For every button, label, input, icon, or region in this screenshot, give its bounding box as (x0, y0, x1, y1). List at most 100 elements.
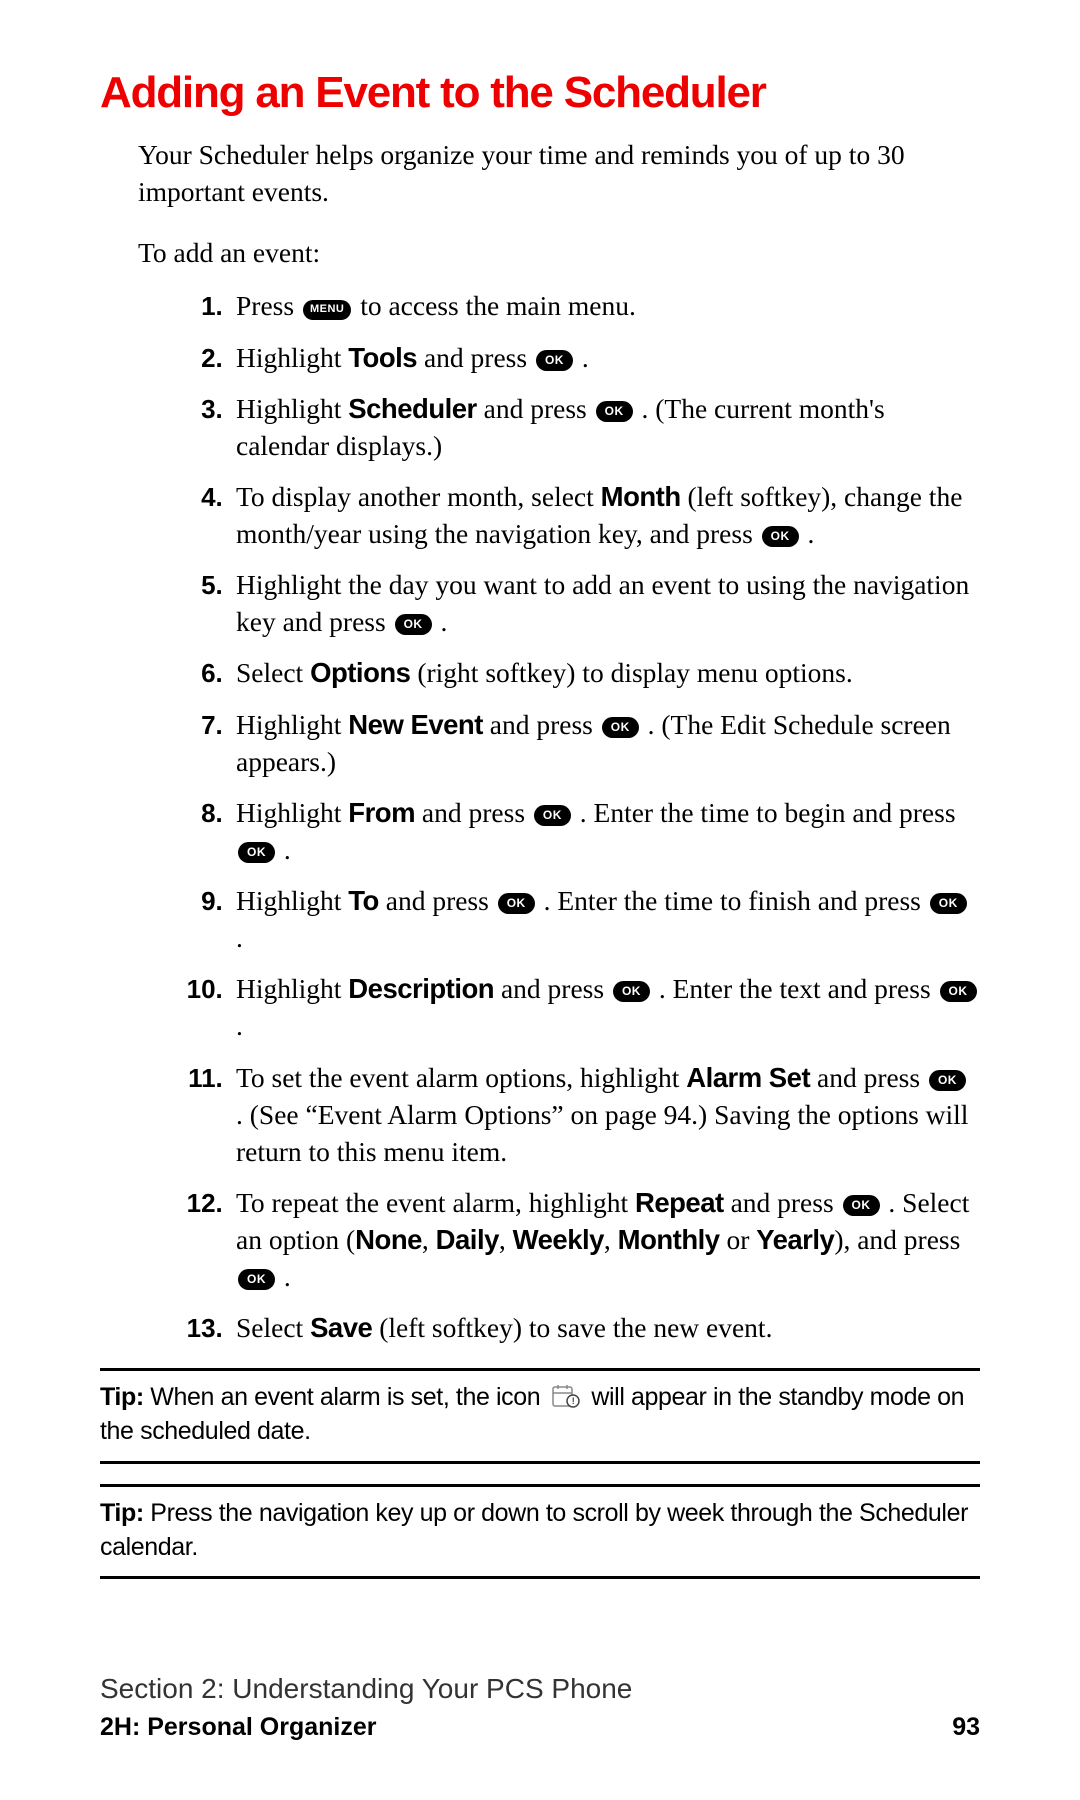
step-text: Highlight (236, 342, 348, 373)
step-text: and press (417, 342, 534, 373)
tip-text: Press the navigation key up or down to s… (100, 1499, 968, 1561)
step-12: To repeat the event alarm, highlight Rep… (230, 1184, 980, 1295)
step-text: to access the main menu. (353, 290, 636, 321)
footer-section: Section 2: Understanding Your PCS Phone (100, 1673, 980, 1705)
bold-term: Save (310, 1312, 372, 1343)
step-text: and press (724, 1187, 841, 1218)
bold-term: Options (310, 657, 410, 688)
bold-term: Repeat (635, 1187, 724, 1218)
step-text: Select (236, 1312, 310, 1343)
svg-text:!: ! (572, 1396, 575, 1406)
step-text: Highlight (236, 885, 348, 916)
intro-paragraph: Your Scheduler helps organize your time … (138, 136, 980, 210)
alarm-calendar-icon: ! (551, 1383, 581, 1409)
step-text: and press (477, 393, 594, 424)
step-text: , (604, 1224, 618, 1255)
tip-box-2: Tip: Press the navigation key up or down… (100, 1484, 980, 1580)
step-text: . (236, 1010, 243, 1041)
step-text: and press (483, 709, 600, 740)
bold-term: Yearly (756, 1224, 834, 1255)
page-number: 93 (952, 1713, 980, 1742)
step-4: To display another month, select Month (… (230, 478, 980, 552)
step-text: . Enter the time to begin and press (573, 797, 956, 828)
step-text: To display another month, select (236, 481, 601, 512)
step-text: . Enter the time to finish and press (537, 885, 928, 916)
ok-button-icon: OK (395, 614, 432, 635)
ok-button-icon: OK (596, 401, 633, 422)
step-6: Select Options (right softkey) to displa… (230, 654, 980, 691)
step-5: Highlight the day you want to add an eve… (230, 566, 980, 640)
step-text: and press (810, 1062, 927, 1093)
step-text: Highlight (236, 709, 348, 740)
ok-button-icon: OK (930, 893, 967, 914)
bold-term: Weekly (513, 1224, 604, 1255)
ok-button-icon: OK (238, 842, 275, 863)
step-10: Highlight Description and press OK . Ent… (230, 970, 980, 1044)
tip-label: Tip: (100, 1383, 144, 1411)
step-text: Select (236, 657, 310, 688)
tip-text: When an event alarm is set, the icon (144, 1383, 547, 1411)
step-text: , (422, 1224, 436, 1255)
step-2: Highlight Tools and press OK . (230, 339, 980, 376)
bold-term: Alarm Set (686, 1062, 810, 1093)
page-title: Adding an Event to the Scheduler (100, 68, 980, 118)
step-8: Highlight From and press OK . Enter the … (230, 794, 980, 868)
bold-term: Tools (348, 342, 417, 373)
bold-term: Daily (436, 1224, 499, 1255)
step-11: To set the event alarm options, highligh… (230, 1059, 980, 1170)
ok-button-icon: OK (534, 805, 571, 826)
step-text: . Enter the text and press (652, 973, 938, 1004)
manual-page: Adding an Event to the Scheduler Your Sc… (0, 0, 1080, 1800)
step-text: Highlight (236, 797, 348, 828)
footer-row: 2H: Personal Organizer 93 (100, 1713, 980, 1742)
step-text: . (575, 342, 589, 373)
bold-term: Scheduler (348, 393, 476, 424)
bold-term: Description (348, 973, 494, 1004)
step-7: Highlight New Event and press OK . (The … (230, 706, 980, 780)
step-text: . (See “Event Alarm Options” on page 94.… (236, 1099, 968, 1167)
menu-button-icon: MENU (303, 300, 351, 320)
ok-button-icon: OK (929, 1070, 966, 1091)
step-text: ), and press (834, 1224, 960, 1255)
step-text: . (434, 606, 448, 637)
lead-in: To add an event: (138, 234, 980, 271)
bold-term: None (355, 1224, 422, 1255)
step-text: (right softkey) to display menu options. (410, 657, 852, 688)
bold-term: To (348, 885, 379, 916)
step-text: Highlight the day you want to add an eve… (236, 569, 969, 637)
ok-button-icon: OK (843, 1195, 880, 1216)
ok-button-icon: OK (602, 717, 639, 738)
step-1: Press MENU to access the main menu. (230, 287, 980, 324)
page-body: Your Scheduler helps organize your time … (100, 136, 980, 1579)
page-footer: Section 2: Understanding Your PCS Phone … (100, 1673, 980, 1742)
step-text: or (720, 1224, 757, 1255)
bold-term: New Event (348, 709, 483, 740)
step-text: . (236, 922, 243, 953)
ok-button-icon: OK (238, 1269, 275, 1290)
tip-label: Tip: (100, 1499, 144, 1527)
step-text: Highlight (236, 973, 348, 1004)
tip-box-1: Tip: When an event alarm is set, the ico… (100, 1368, 980, 1464)
ok-button-icon: OK (498, 893, 535, 914)
ok-button-icon: OK (940, 981, 977, 1002)
step-text: and press (379, 885, 496, 916)
step-text: , (499, 1224, 513, 1255)
step-text: To set the event alarm options, highligh… (236, 1062, 686, 1093)
ok-button-icon: OK (536, 350, 573, 371)
footer-chapter: 2H: Personal Organizer (100, 1713, 376, 1742)
step-3: Highlight Scheduler and press OK . (The … (230, 390, 980, 464)
bold-term: Monthly (618, 1224, 720, 1255)
bold-term: Month (601, 481, 681, 512)
steps-list: Press MENU to access the main menu. High… (170, 287, 980, 1346)
step-text: and press (415, 797, 532, 828)
step-13: Select Save (left softkey) to save the n… (230, 1309, 980, 1346)
step-text: Press (236, 290, 301, 321)
step-text: . (801, 518, 815, 549)
ok-button-icon: OK (762, 526, 799, 547)
step-text: Highlight (236, 393, 348, 424)
step-text: (left softkey) to save the new event. (372, 1312, 772, 1343)
bold-term: From (348, 797, 415, 828)
step-text: To repeat the event alarm, highlight (236, 1187, 635, 1218)
step-text: . (277, 1261, 291, 1292)
step-text: and press (494, 973, 611, 1004)
